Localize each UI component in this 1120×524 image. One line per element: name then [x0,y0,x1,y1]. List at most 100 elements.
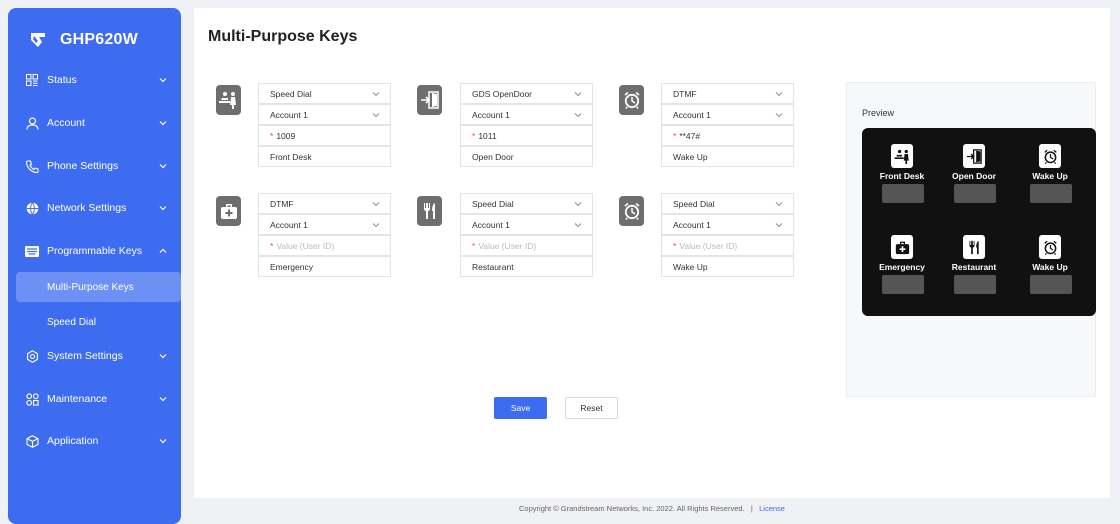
preview-panel: Preview Front Desk Open Door Wake Up Eme… [846,82,1096,397]
globe-icon [25,201,39,215]
label-input[interactable]: Wake Up [661,256,794,277]
chevron-down-icon [372,223,380,228]
preview-key-slot [954,184,996,203]
footer-separator: | [750,504,753,513]
preview-key-label: Open Door [952,171,996,181]
value-input[interactable]: * Value (User ID) [460,235,593,256]
alarm-clock-icon[interactable] [619,196,644,226]
chevron-down-icon [372,92,380,97]
account-select[interactable]: Account 1 [460,214,593,235]
mode-select[interactable]: GDS OpenDoor [460,83,593,104]
preview-key-label: Restaurant [951,262,997,272]
chevron-up-icon [159,248,167,253]
reset-button[interactable]: Reset [565,397,618,419]
sidebar-item-account[interactable]: Account [8,111,181,135]
sidebar-item-status[interactable]: Status [8,68,181,92]
sidebar-item-network-settings[interactable]: Network Settings [8,196,181,220]
grandstream-logo-icon [31,33,45,47]
mode-select[interactable]: Speed Dial [258,83,391,104]
chevron-down-icon [372,113,380,118]
preview-key-label: Wake Up [1032,171,1068,181]
mode-select[interactable]: Speed Dial [661,193,794,214]
label-input[interactable]: Wake Up [661,146,794,167]
preview-key-slot [954,275,996,294]
maintenance-icon [25,392,39,406]
gear-icon [25,349,39,363]
sidebar-item-label: Application [47,435,99,447]
save-button[interactable]: Save [494,397,547,419]
sidebar-item-label: System Settings [47,350,123,362]
preview-key-label: Emergency [879,262,925,272]
value-input[interactable]: * Value (User ID) [258,235,391,256]
label-input[interactable]: Front Desk [258,146,391,167]
sidebar-subitem-speed-dial[interactable]: Speed Dial [16,307,181,337]
sidebar-item-application[interactable]: Application [8,429,181,453]
sidebar-item-label: Status [47,74,77,86]
label-input[interactable]: Open Door [460,146,593,167]
label-input[interactable]: Restaurant [460,256,593,277]
restaurant-icon[interactable] [417,196,442,226]
value-input[interactable]: * 1009 [258,125,391,146]
chevron-down-icon [159,397,167,402]
chevron-down-icon [775,113,783,118]
sidebar-item-programmable-keys[interactable]: Programmable Keys [8,239,181,263]
value-input[interactable]: * **47# [661,125,794,146]
preview-screen: Front Desk Open Door Wake Up Emergency R… [862,128,1096,316]
account-select[interactable]: Account 1 [661,214,794,235]
open-door-icon [963,144,985,168]
cube-icon [25,434,39,448]
license-link[interactable]: License [759,504,785,513]
account-select[interactable]: Account 1 [258,214,391,235]
chevron-down-icon [574,113,582,118]
sidebar-item-label: Network Settings [47,202,127,214]
keyboard-icon [25,244,39,258]
account-select[interactable]: Account 1 [661,104,794,125]
chevron-down-icon [775,202,783,207]
brand-name: GHP620W [60,31,138,48]
brand[interactable]: GHP620W [28,30,138,50]
sidebar-item-system-settings[interactable]: System Settings [8,344,181,368]
chevron-down-icon [574,223,582,228]
sidebar-item-maintenance[interactable]: Maintenance [8,387,181,411]
sidebar-subitem-multi-purpose-keys[interactable]: Multi-Purpose Keys [16,272,181,302]
alarm-clock-icon[interactable] [619,85,644,115]
chevron-down-icon [574,92,582,97]
status-grid-icon [25,73,39,87]
account-select[interactable]: Account 1 [460,104,593,125]
preview-key-label: Front Desk [879,171,925,181]
value-input[interactable]: * Value (User ID) [661,235,794,256]
emergency-kit-icon[interactable] [216,196,241,226]
alarm-clock-icon [1039,235,1061,259]
front-desk-icon[interactable] [216,85,241,115]
chevron-down-icon [372,202,380,207]
emergency-kit-icon [891,235,913,259]
restaurant-icon [963,235,985,259]
sidebar-item-label: Account [47,117,85,129]
chevron-down-icon [159,164,167,169]
sidebar-item-label: Phone Settings [47,160,119,172]
preview-key-slot [1030,184,1072,203]
label-input[interactable]: Emergency [258,256,391,277]
account-select[interactable]: Account 1 [258,104,391,125]
chevron-down-icon [159,206,167,211]
chevron-down-icon [775,92,783,97]
mode-select[interactable]: Speed Dial [460,193,593,214]
chevron-down-icon [159,121,167,126]
preview-key-slot [882,184,924,203]
sidebar: GHP620W Status Account Phone Settings Ne… [8,8,181,524]
page-title: Multi-Purpose Keys [208,28,358,45]
footer: Copyright © Grandstream Networks, Inc. 2… [194,504,1110,513]
preview-key-slot [882,275,924,294]
alarm-clock-icon [1039,144,1061,168]
value-input[interactable]: * 1011 [460,125,593,146]
open-door-icon[interactable] [417,85,442,115]
preview-title: Preview [862,108,895,118]
phone-icon [25,159,39,173]
preview-key-slot [1030,275,1072,294]
mode-select[interactable]: DTMF [661,83,794,104]
mode-select[interactable]: DTMF [258,193,391,214]
front-desk-icon [891,144,913,168]
chevron-down-icon [159,439,167,444]
chevron-down-icon [775,223,783,228]
sidebar-item-phone-settings[interactable]: Phone Settings [8,154,181,178]
